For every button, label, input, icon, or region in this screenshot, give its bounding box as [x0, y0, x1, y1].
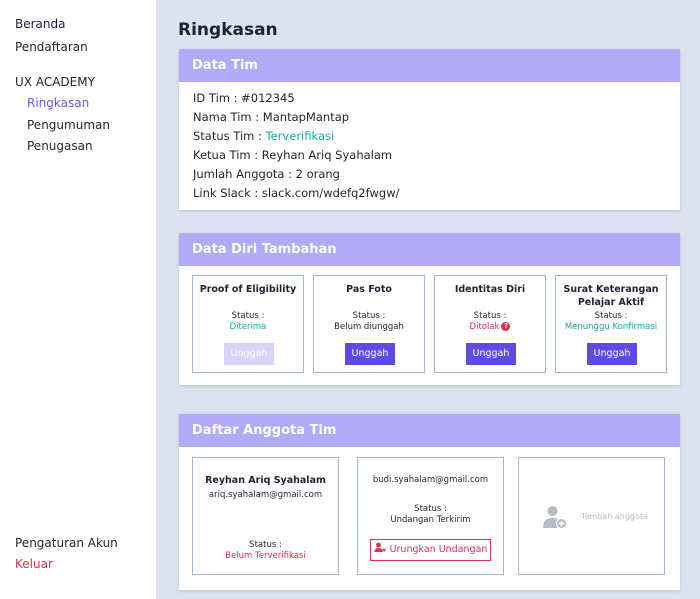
team-status-label: Status Tim :	[193, 129, 266, 143]
member-status: Undangan Terkirim	[390, 515, 471, 525]
question-icon[interactable]: ?	[501, 322, 511, 331]
member-name: Reyhan Ariq Syahalam	[205, 475, 326, 486]
document-title: Proof of Eligibility	[199, 284, 297, 295]
team-info: ID Tim : #012345 Nama Tim : MantapMantap…	[179, 82, 680, 203]
sidebar-item-ringkasan[interactable]: Ringkasan	[27, 96, 89, 110]
document-identitas-diri: Identitas Diri Status : Ditolak? Unggah	[434, 275, 546, 373]
document-status-label: Status :	[231, 311, 265, 321]
cancel-invitation-button[interactable]: Urungkan Undangan	[370, 539, 491, 561]
team-name: Nama Tim : MantapMantap	[193, 110, 350, 124]
document-proof-of-eligibility: Proof of Eligibility Status : Diterima U…	[192, 275, 304, 373]
team-status-value: Terverifikasi	[265, 129, 335, 143]
add-user-icon	[543, 506, 567, 529]
sidebar-section-ux-academy: UX ACADEMY	[15, 75, 95, 89]
document-status: Menunggu Konfirmasi	[564, 322, 658, 332]
member-status-label: Status :	[414, 504, 447, 514]
sidebar-item-account-settings[interactable]: Pengaturan Akun	[15, 536, 118, 550]
document-status: Diterima	[229, 322, 267, 332]
sidebar-item-logout[interactable]: Keluar	[15, 557, 53, 571]
document-pas-foto: Pas Foto Status : Belum diunggah Unggah	[313, 275, 425, 373]
upload-button[interactable]: Unggah	[587, 343, 637, 365]
team-member-count: Jumlah Anggota : 2 orang	[193, 167, 340, 181]
main-content: Ringkasan Data Tim ID Tim : #012345 Nama…	[156, 0, 700, 599]
remove-user-icon	[374, 542, 386, 552]
document-surat-keterangan: Surat Keterangan Pelajar Aktif Status : …	[555, 275, 667, 373]
document-status-label: Status :	[352, 311, 386, 321]
cancel-invitation-label: Urungkan Undangan	[389, 544, 488, 555]
sidebar-item-pendaftaran[interactable]: Pendaftaran	[15, 40, 88, 54]
member-card-leader: Reyhan Ariq Syahalam ariq.syahalam@gmail…	[192, 457, 339, 575]
upload-button[interactable]: Unggah	[466, 343, 516, 365]
team-id: ID Tim : #012345	[193, 91, 295, 105]
document-status-label: Status :	[594, 311, 628, 321]
sidebar: Beranda Pendaftaran UX ACADEMY Ringkasan…	[0, 0, 156, 599]
add-member-label: Tambah anggota	[581, 512, 648, 521]
upload-button[interactable]: Unggah	[345, 343, 395, 365]
sidebar-item-pengumuman[interactable]: Pengumuman	[27, 118, 110, 132]
documents-card: Data Diri Tambahan Proof of Eligibility …	[179, 233, 680, 385]
sidebar-item-penugasan[interactable]: Penugasan	[27, 139, 93, 153]
team-data-heading: Data Tim	[179, 49, 680, 82]
member-email: budi.syahalam@gmail.com	[372, 475, 489, 485]
members-heading: Daftar Anggota Tim	[179, 414, 680, 447]
document-title: Surat Keterangan Pelajar Aktif	[563, 284, 659, 308]
document-status-rejected: Ditolak?	[435, 322, 545, 332]
document-status-label: Status :	[473, 311, 507, 321]
sidebar-item-beranda[interactable]: Beranda	[15, 17, 65, 31]
document-status: Belum diunggah	[334, 322, 404, 332]
member-card-invited: budi.syahalam@gmail.com Status : Undanga…	[357, 457, 504, 575]
document-title: Identitas Diri	[454, 284, 526, 295]
member-status: Belum Terverifikasi	[225, 551, 306, 561]
page-title: Ringkasan	[178, 20, 278, 40]
documents-heading: Data Diri Tambahan	[179, 233, 680, 266]
document-status: Ditolak	[469, 322, 500, 332]
member-email: ariq.syahalam@gmail.com	[208, 490, 323, 500]
add-member-button[interactable]: Tambah anggota	[518, 457, 665, 575]
member-status-label: Status :	[249, 540, 282, 550]
members-card: Daftar Anggota Tim Reyhan Ariq Syahalam …	[179, 414, 680, 590]
team-data-card: Data Tim ID Tim : #012345 Nama Tim : Man…	[179, 49, 680, 210]
team-leader: Ketua Tim : Reyhan Ariq Syahalam	[193, 148, 393, 162]
team-slack-link: Link Slack : slack.com/wdefq2fwgw/	[193, 186, 400, 200]
upload-button: Unggah	[224, 343, 274, 365]
team-status: Status Tim : Terverifikasi	[193, 127, 666, 146]
document-title: Pas Foto	[346, 284, 392, 295]
